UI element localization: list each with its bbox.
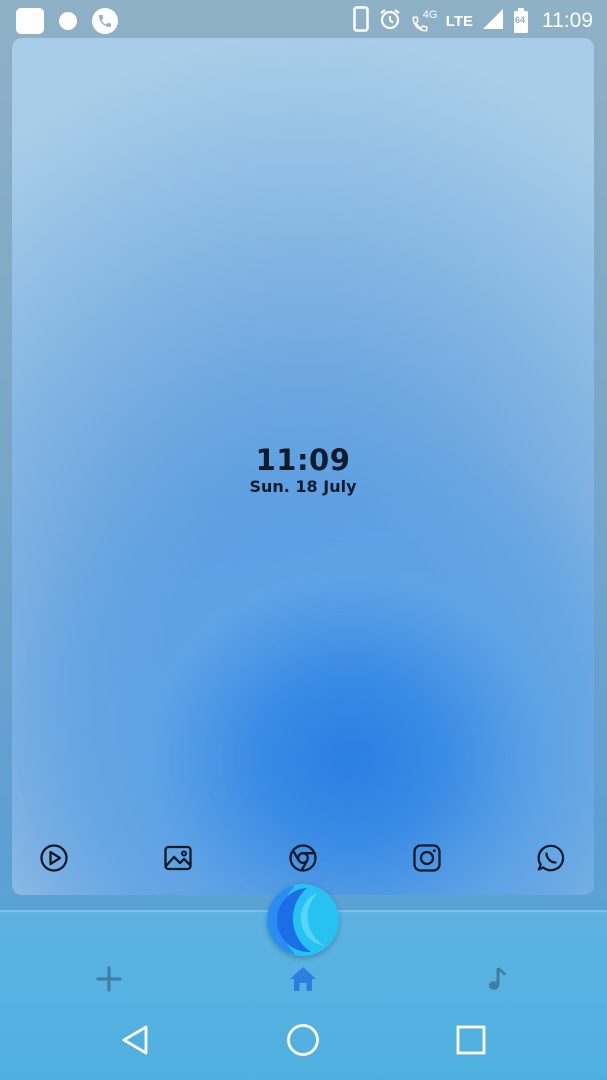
back-icon[interactable] <box>113 1018 157 1062</box>
battery-level-label: 64 <box>515 15 526 25</box>
status-bar-left <box>16 8 118 34</box>
alarm-clock-icon <box>378 7 402 35</box>
clock-widget[interactable]: 11:09 Sun. 18 July <box>12 443 594 497</box>
clock-date: Sun. 18 July <box>249 477 357 496</box>
app-square-icon <box>16 8 44 34</box>
music-note-icon[interactable] <box>480 962 514 996</box>
gallery-icon[interactable] <box>162 842 194 874</box>
home-circle-icon[interactable] <box>281 1018 325 1062</box>
call-network-label: 4G <box>422 9 438 21</box>
signal-icon <box>482 8 504 34</box>
vibrate-phone-icon <box>353 6 369 36</box>
status-bar-right: 4G LTE 64 11:09 <box>353 6 593 36</box>
phone-call-icon <box>92 8 118 34</box>
notification-dot-icon <box>59 12 77 30</box>
launcher-logo-button[interactable] <box>267 884 339 956</box>
home-icon[interactable] <box>286 962 320 996</box>
add-icon[interactable] <box>92 962 126 996</box>
clock-time: 11:09 <box>255 443 351 477</box>
wifi-calling-icon: 4G <box>411 9 437 33</box>
battery-icon: 64 <box>513 8 529 34</box>
launcher-logo-icon <box>267 884 339 956</box>
app-dock <box>12 838 594 878</box>
chrome-icon[interactable] <box>287 842 319 874</box>
status-time: 11:09 <box>542 9 593 32</box>
recents-icon[interactable] <box>449 1018 493 1062</box>
whatsapp-icon[interactable] <box>535 842 567 874</box>
status-bar: 4G LTE 64 11:09 <box>0 0 607 40</box>
network-type-label: LTE <box>445 12 473 30</box>
lockscreen-card[interactable]: 11:09 Sun. 18 July <box>12 38 594 895</box>
play-store-icon[interactable] <box>38 842 70 874</box>
instagram-icon[interactable] <box>411 842 443 874</box>
